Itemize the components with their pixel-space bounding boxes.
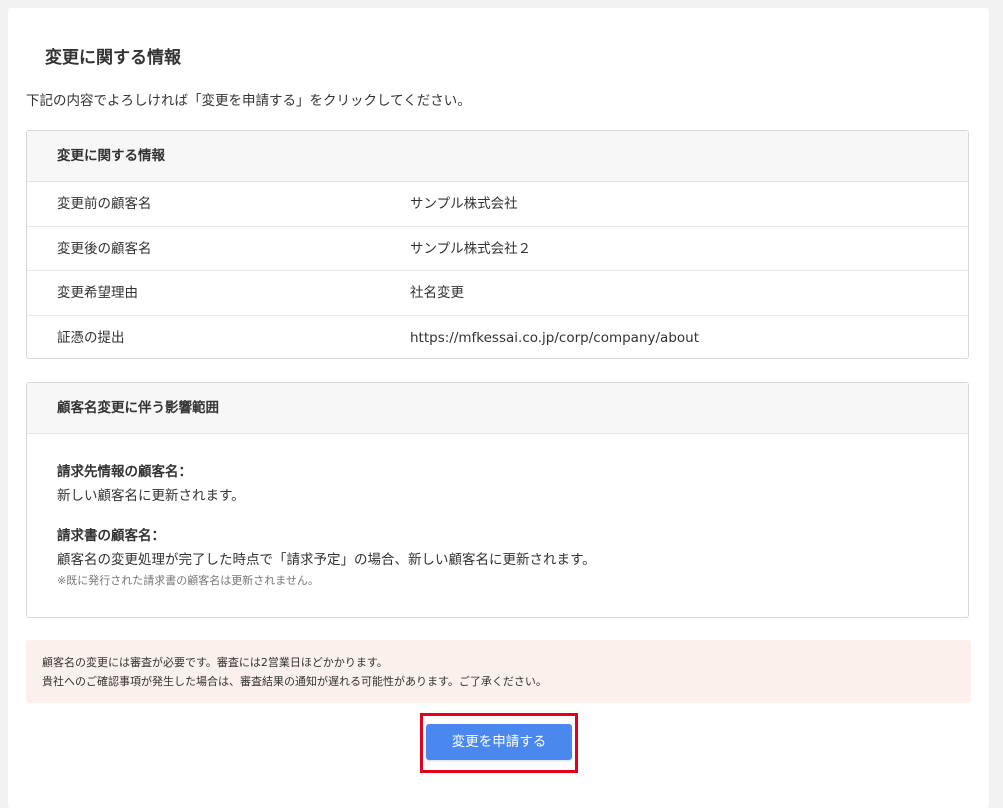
impact-scope-body: 請求先情報の顧客名： 新しい顧客名に更新されます。 請求書の顧客名： 顧客名の変… xyxy=(27,434,968,590)
review-notice: 顧客名の変更には審査が必要です。審査には2営業日ほどかかります。 貴社へのご確認… xyxy=(26,640,971,703)
impact-text: 顧客名の変更処理が完了した時点で「請求予定」の場合、新しい顧客名に更新されます。 xyxy=(57,552,596,568)
notice-line: 貴社へのご確認事項が発生した場合は、審査結果の通知が遅れる可能性があります。ご了… xyxy=(42,675,547,688)
info-value: サンプル株式会社 xyxy=(410,196,518,212)
impact-heading: 請求先情報の顧客名： xyxy=(57,464,192,480)
impact-scope-card-header: 顧客名変更に伴う影響範囲 xyxy=(27,383,968,434)
impact-item-billing-info: 請求先情報の顧客名： 新しい顧客名に更新されます。 xyxy=(57,460,938,508)
page-title: 変更に関する情報 xyxy=(45,48,181,68)
impact-item-invoice: 請求書の顧客名： 顧客名の変更処理が完了した時点で「請求予定」の場合、新しい顧客… xyxy=(57,524,938,590)
impact-note: ※既に発行された請求書の顧客名は更新されません。 xyxy=(57,574,319,587)
main-panel: 変更に関する情報 下記の内容でよろしければ「変更を申請する」をクリックしてくださ… xyxy=(8,8,989,808)
info-label: 証憑の提出 xyxy=(57,329,125,346)
change-info-card: 変更に関する情報 変更前の顧客名 サンプル株式会社 変更後の顧客名 サンプル株式… xyxy=(26,130,969,359)
notice-line: 顧客名の変更には審査が必要です。審査には2営業日ほどかかります。 xyxy=(42,656,388,669)
impact-heading: 請求書の顧客名： xyxy=(57,528,165,544)
info-row-old-customer-name: 変更前の顧客名 サンプル株式会社 xyxy=(27,182,968,227)
info-label: 変更希望理由 xyxy=(57,285,138,301)
info-row-evidence: 証憑の提出 https://mfkessai.co.jp/corp/compan… xyxy=(27,316,968,361)
impact-text: 新しい顧客名に更新されます。 xyxy=(57,488,245,504)
info-value: サンプル株式会社２ xyxy=(410,240,532,257)
info-label: 変更前の顧客名 xyxy=(57,196,152,212)
evidence-url: https://mfkessai.co.jp/corp/company/abou… xyxy=(410,329,699,346)
info-row-new-customer-name: 変更後の顧客名 サンプル株式会社２ xyxy=(27,227,968,271)
info-value: 社名変更 xyxy=(410,285,464,301)
change-info-card-header: 変更に関する情報 xyxy=(27,131,968,182)
info-row-change-reason: 変更希望理由 社名変更 xyxy=(27,271,968,316)
instruction-text: 下記の内容でよろしければ「変更を申請する」をクリックしてください。 xyxy=(26,93,471,109)
info-label: 変更後の顧客名 xyxy=(57,240,152,257)
impact-scope-card: 顧客名変更に伴う影響範囲 請求先情報の顧客名： 新しい顧客名に更新されます。 請… xyxy=(26,382,969,618)
submit-change-button[interactable]: 変更を申請する xyxy=(426,724,572,760)
